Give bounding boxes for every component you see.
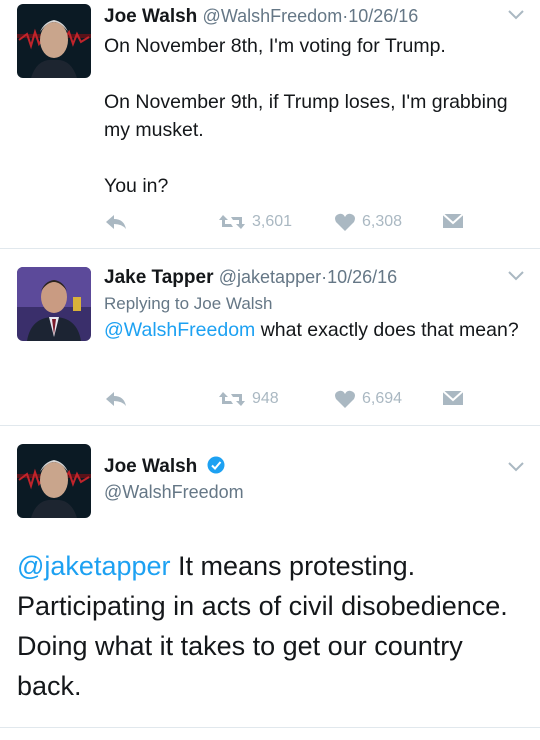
heart-icon <box>335 213 355 231</box>
tweet-line: On November 8th, I'm voting for Trump. <box>104 35 446 57</box>
chevron-down-icon[interactable] <box>508 271 524 281</box>
tweet-walsh-2[interactable]: Joe Walsh @WalshFreedom @jaketapper It m… <box>0 426 540 726</box>
retweet-count: 948 <box>252 390 279 407</box>
tweet-actions: 3,601 6,308 <box>104 212 524 236</box>
avatar[interactable] <box>17 267 91 341</box>
like-button[interactable]: 6,694 <box>334 389 402 409</box>
chevron-down-icon[interactable] <box>508 10 524 20</box>
retweet-icon <box>219 392 245 406</box>
mention-link[interactable]: @WalshFreedom <box>104 319 255 341</box>
tweet-line: On November 9th, if Trump loses, I'm gra… <box>104 91 508 141</box>
author-handle[interactable]: @WalshFreedom <box>203 6 343 26</box>
tweet-line: what exactly does that mean? <box>255 319 519 341</box>
author-handle[interactable]: @WalshFreedom <box>104 482 244 502</box>
retweet-button[interactable]: 3,601 <box>218 212 292 232</box>
chevron-down-icon[interactable] <box>508 462 524 472</box>
author-name[interactable]: Jake Tapper <box>104 267 213 288</box>
author-name[interactable]: Joe Walsh <box>104 456 197 477</box>
avatar[interactable] <box>17 4 91 78</box>
author-name[interactable]: Joe Walsh <box>104 6 197 27</box>
retweet-count: 3,601 <box>252 213 293 230</box>
replying-to[interactable]: Replying to Joe Walsh <box>104 294 273 314</box>
tweet-text: On November 8th, I'm voting for Trump. O… <box>104 32 524 228</box>
tweet-text: @WalshFreedom what exactly does that mea… <box>104 316 524 344</box>
reply-icon <box>106 215 126 229</box>
tweet-walsh-1[interactable]: Joe Walsh @WalshFreedom·10/26/16 On Nove… <box>0 0 540 248</box>
like-count: 6,308 <box>362 213 403 230</box>
verified-badge-icon <box>207 456 225 474</box>
retweet-icon <box>219 215 245 229</box>
reply-icon <box>106 392 126 406</box>
envelope-icon <box>442 213 464 228</box>
avatar[interactable] <box>17 444 91 518</box>
reply-button[interactable] <box>104 212 128 232</box>
author-handle[interactable]: @jaketapper <box>219 267 321 287</box>
retweet-button[interactable]: 948 <box>218 389 279 409</box>
tweet-actions: 948 6,694 <box>104 389 524 413</box>
tweet-tapper[interactable]: Jake Tapper @jaketapper·10/26/16 Replyin… <box>0 249 540 425</box>
heart-icon <box>335 390 355 408</box>
dm-button[interactable] <box>442 212 464 230</box>
reply-button[interactable] <box>104 389 128 409</box>
tweet-date[interactable]: 10/26/16 <box>327 267 397 287</box>
like-button[interactable]: 6,308 <box>334 212 402 232</box>
tweet-line: You in? <box>104 175 169 197</box>
divider <box>0 727 540 728</box>
mention-link[interactable]: @jaketapper <box>17 551 171 581</box>
dm-button[interactable] <box>442 389 464 407</box>
tweet-text: @jaketapper It means protesting. Partici… <box>17 546 527 706</box>
like-count: 6,694 <box>362 390 403 407</box>
tweet-date[interactable]: 10/26/16 <box>348 6 418 26</box>
envelope-icon <box>442 390 464 405</box>
